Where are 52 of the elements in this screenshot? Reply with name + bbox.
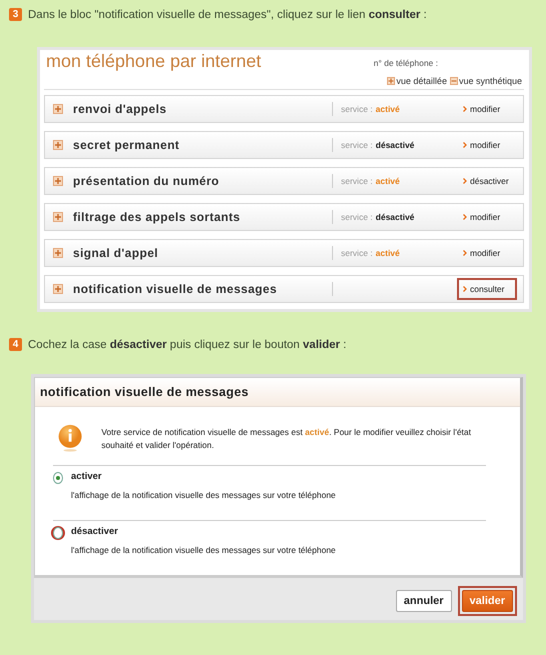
instruction-text: Cochez la case désactiver puis cliquez sur le bouton valider : (28, 338, 346, 350)
expand-icon[interactable] (53, 248, 63, 258)
chevron-icon (463, 214, 467, 220)
option-label: activer (71, 471, 103, 484)
info-text: Votre service de notification visuelle de messages est activé. Pour le modifier veuillez choisir l'état souhaité et valider l'opération. (101, 426, 472, 452)
service-name: signal d'appel (73, 246, 160, 260)
service-label: service : (341, 248, 373, 258)
action-link[interactable]: consulter (457, 278, 517, 300)
view-link[interactable]: vue synthétique (450, 76, 522, 86)
expand-icon[interactable] (53, 212, 63, 222)
service-status: désactivé (376, 212, 414, 222)
chevron-icon (463, 286, 467, 292)
option-description: l'affichage de la notification visuelle des messages sur votre téléphone (71, 545, 337, 555)
view-link[interactable]: vue détaillée (387, 76, 447, 86)
expand-icon[interactable] (53, 284, 63, 294)
step-number: 3 (9, 8, 22, 21)
chevron-icon (463, 178, 467, 184)
step-number: 4 (9, 338, 22, 351)
action-link[interactable]: modifier (457, 98, 517, 120)
service-label: service : (341, 212, 373, 222)
chevron-icon (463, 106, 467, 112)
chevron-icon (463, 250, 467, 256)
cancel-button[interactable]: annuler (396, 590, 452, 612)
expand-icon[interactable] (53, 140, 63, 150)
service-name: notification visuelle de messages (73, 282, 278, 296)
service-status: activé (376, 104, 400, 114)
option-description: l'affichage de la notification visuelle des messages sur votre téléphone (71, 490, 337, 500)
action-link[interactable]: modifier (457, 206, 517, 228)
action-link[interactable]: modifier (457, 134, 517, 156)
panel-title: mon téléphone par internet (46, 51, 262, 73)
dialog-title: notification visuelle de messages (35, 378, 520, 407)
minus-icon (450, 77, 458, 85)
plus-icon (387, 77, 396, 85)
option-label: désactiver (71, 526, 120, 539)
service-name: présentation du numéro (73, 174, 220, 188)
instruction-text: Dans le bloc "notification visuelle de messages", cliquez sur le lien consulter : (28, 8, 427, 20)
expand-icon[interactable] (53, 176, 63, 186)
radio-button[interactable] (53, 472, 63, 484)
service-name: filtrage des appels sortants (73, 210, 242, 224)
expand-icon[interactable] (53, 104, 63, 114)
service-status: désactivé (376, 140, 414, 150)
chevron-icon (463, 142, 467, 148)
service-label: service : (341, 104, 373, 114)
service-label: service : (341, 176, 373, 186)
service-name: renvoi d'appels (73, 102, 168, 116)
phone-label: n° de téléphone : (374, 58, 438, 68)
service-name: secret permanent (73, 138, 180, 152)
service-status: activé (376, 176, 400, 186)
service-label: service : (341, 140, 373, 150)
action-link[interactable]: modifier (457, 242, 517, 264)
service-status: activé (376, 248, 400, 258)
action-link[interactable]: désactiver (457, 170, 517, 192)
